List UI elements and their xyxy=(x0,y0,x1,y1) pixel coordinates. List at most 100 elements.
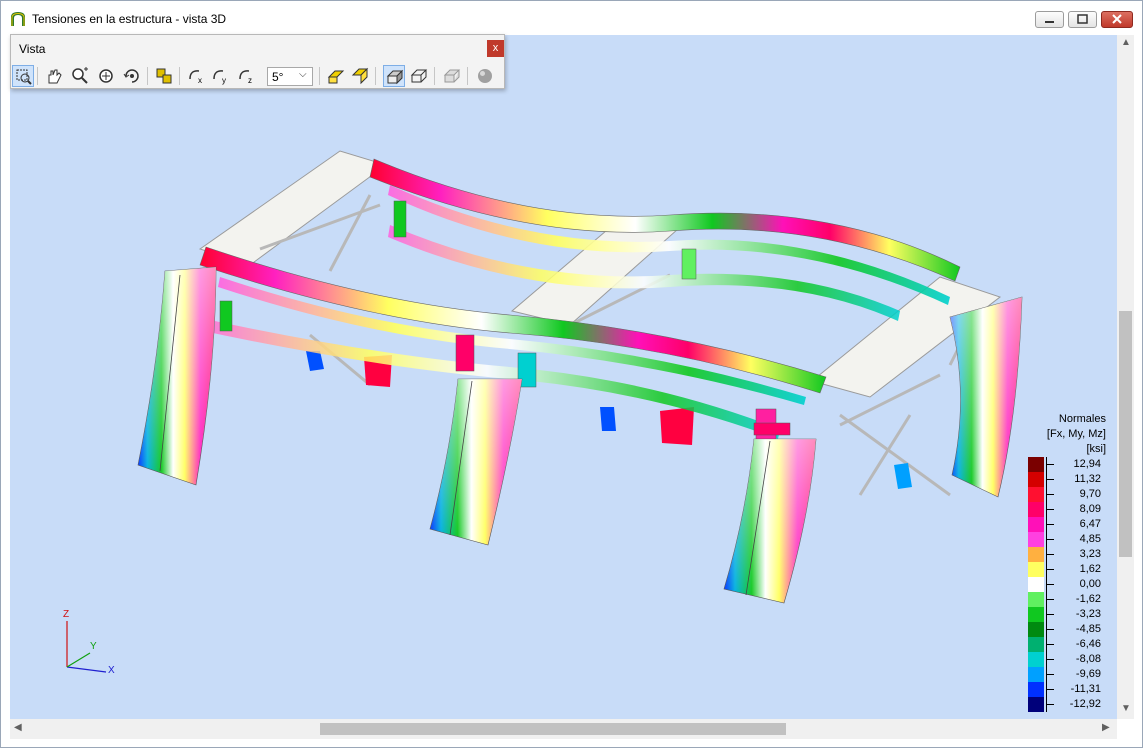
rotate-y-button[interactable]: y xyxy=(209,65,231,87)
legend-value-label: -9,69 xyxy=(1075,668,1101,680)
legend-swatch xyxy=(1028,487,1044,502)
toolbar-separator xyxy=(319,67,320,85)
title-bar[interactable]: Tensiones en la estructura - vista 3D xyxy=(1,1,1142,35)
stress-model-3d[interactable] xyxy=(10,35,1117,719)
legend-swatch xyxy=(1028,517,1044,532)
legend-tick xyxy=(1046,659,1054,660)
toolbar-title: Vista xyxy=(19,42,46,56)
horizontal-scrollbar[interactable]: ◀ ▶ xyxy=(10,719,1117,739)
legend-tick xyxy=(1046,629,1054,630)
legend-value-label: -8,08 xyxy=(1075,653,1101,665)
legend-swatch xyxy=(1028,577,1044,592)
legend-value-label: 12,94 xyxy=(1073,458,1101,470)
wireframe-render-icon xyxy=(410,69,428,83)
vertical-scrollbar[interactable]: ▲ ▼ xyxy=(1117,35,1134,719)
solid-render-button[interactable] xyxy=(383,65,405,87)
pan-button[interactable] xyxy=(43,65,65,87)
toolbar-separator xyxy=(37,67,38,85)
legend-axis xyxy=(1046,457,1047,712)
wireframe-render-button[interactable] xyxy=(408,65,430,87)
legend-tick xyxy=(1046,524,1054,525)
axis-x-label: X xyxy=(108,665,115,676)
window-title: Tensiones en la estructura - vista 3D xyxy=(32,12,227,26)
view-iso-2-icon xyxy=(351,67,369,85)
legend-tick xyxy=(1046,584,1054,585)
legend-value-label: 0,00 xyxy=(1079,578,1101,590)
zoom-window-icon xyxy=(16,69,32,85)
legend-value-label: 3,23 xyxy=(1079,548,1101,560)
vertical-scroll-thumb[interactable] xyxy=(1119,311,1132,557)
chevron-down-icon: ⌵ xyxy=(299,69,307,80)
zoom-icon xyxy=(72,67,88,84)
pan-icon xyxy=(48,69,62,84)
scroll-up-icon[interactable]: ▲ xyxy=(1121,37,1131,48)
sphere-render-button[interactable] xyxy=(474,65,496,87)
scroll-right-icon[interactable]: ▶ xyxy=(1102,722,1110,733)
legend-tick xyxy=(1046,674,1054,675)
view-iso-1-icon xyxy=(327,70,345,84)
transparent-render-button[interactable] xyxy=(441,65,463,87)
legend-swatch xyxy=(1028,607,1044,622)
legend-swatch xyxy=(1028,502,1044,517)
legend-tick xyxy=(1046,554,1054,555)
rotation-angle-select[interactable]: 5° ⌵ xyxy=(267,67,313,86)
legend-tick xyxy=(1046,494,1054,495)
toolbar-close-button[interactable]: x xyxy=(487,40,504,57)
scroll-down-icon[interactable]: ▼ xyxy=(1121,703,1131,714)
scroll-left-icon[interactable]: ◀ xyxy=(14,722,22,733)
rotate-button[interactable] xyxy=(95,65,117,87)
transparent-render-icon xyxy=(443,69,461,83)
svg-text:z: z xyxy=(248,76,252,85)
svg-text:x: x xyxy=(198,76,202,85)
axis-y-label: Y xyxy=(90,641,97,652)
rotate-z-icon: z xyxy=(239,70,252,85)
toolbar-separator xyxy=(179,67,180,85)
view-iso-2-button[interactable] xyxy=(349,65,371,87)
legend-swatch xyxy=(1028,697,1044,712)
legend-swatch xyxy=(1028,457,1044,472)
legend-swatch xyxy=(1028,562,1044,577)
maximize-button[interactable] xyxy=(1068,11,1097,28)
legend-tick xyxy=(1046,479,1054,480)
toolbar-separator xyxy=(147,67,148,85)
legend-value-label: 11,32 xyxy=(1074,473,1101,485)
legend-swatch xyxy=(1028,652,1044,667)
minimize-button[interactable] xyxy=(1035,11,1064,28)
rotation-angle-value: 5° xyxy=(272,70,284,84)
view-iso-1-button[interactable] xyxy=(325,65,347,87)
close-button[interactable] xyxy=(1101,11,1133,28)
legend-swatch xyxy=(1028,592,1044,607)
legend-tick xyxy=(1046,644,1054,645)
rotate-z-button[interactable]: z xyxy=(235,65,257,87)
legend-value-label: -6,46 xyxy=(1075,638,1101,650)
legend-unit: [ksi] xyxy=(1086,443,1106,455)
legend-title: Normales xyxy=(1058,413,1106,425)
legend-value-label: 9,70 xyxy=(1079,488,1101,500)
legend-swatch xyxy=(1028,622,1044,637)
show-all-icon xyxy=(156,68,172,84)
horizontal-scroll-thumb[interactable] xyxy=(320,723,786,735)
view-toolbar-panel[interactable]: Vista x x y z 5° ⌵ xyxy=(10,34,505,89)
solid-render-icon xyxy=(386,69,404,85)
legend-value-label: -11,31 xyxy=(1070,683,1101,695)
rotate-icon xyxy=(99,69,113,83)
legend-value-label: -3,23 xyxy=(1075,608,1101,620)
legend-swatch xyxy=(1028,472,1044,487)
legend-tick xyxy=(1046,464,1054,465)
legend-value-label: 6,47 xyxy=(1079,518,1101,530)
3d-viewport[interactable]: Z Y X xyxy=(10,35,1117,719)
legend-value-label: 1,62 xyxy=(1079,563,1101,575)
rotate-x-button[interactable]: x xyxy=(185,65,207,87)
zoom-button[interactable] xyxy=(69,65,91,87)
legend-swatch xyxy=(1028,682,1044,697)
zoom-window-button[interactable] xyxy=(12,65,34,87)
legend-value-label: 4,85 xyxy=(1079,533,1101,545)
legend-tick xyxy=(1046,599,1054,600)
legend-subtitle: [Fx, My, Mz] xyxy=(1046,428,1106,440)
rotate-3d-button[interactable] xyxy=(121,65,143,87)
legend-value-label: -4,85 xyxy=(1075,623,1101,635)
legend-swatch xyxy=(1028,637,1044,652)
legend-tick xyxy=(1046,704,1054,705)
coordinate-axes xyxy=(66,621,107,673)
show-all-button[interactable] xyxy=(153,65,175,87)
